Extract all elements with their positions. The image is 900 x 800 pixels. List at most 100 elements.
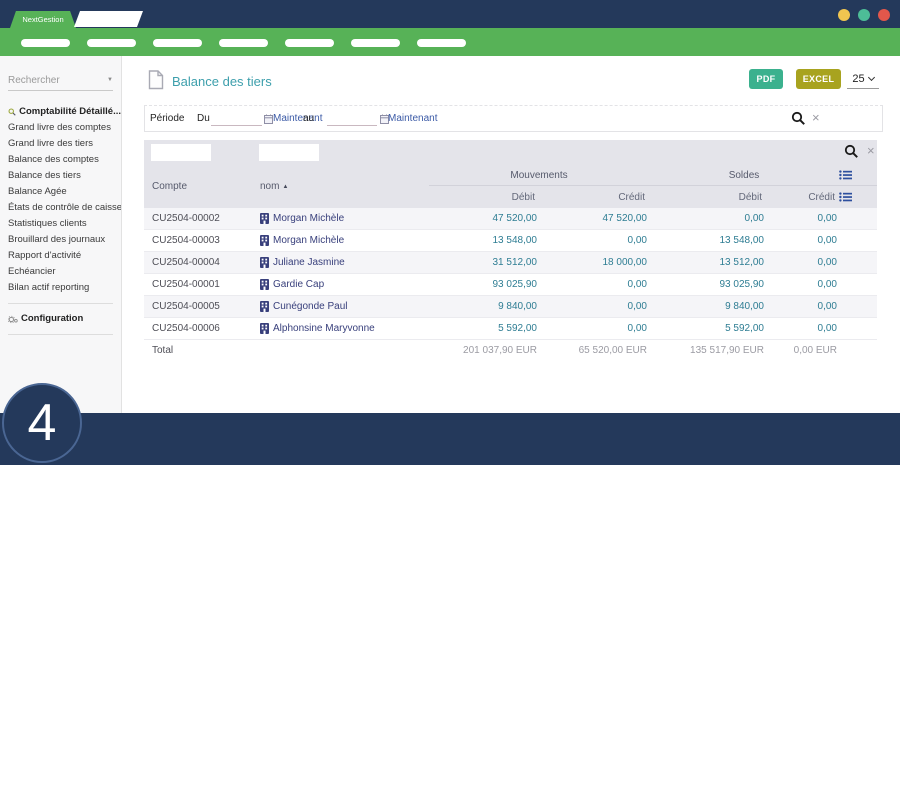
chevron-down-icon [868,73,875,80]
sidebar-item[interactable]: Balance des comptes [0,152,121,168]
sidebar-search-select[interactable]: Rechercher ▼ [8,70,113,91]
green-dot-icon[interactable] [858,9,870,21]
sidebar-item[interactable]: Echéancier [0,264,121,280]
table-row[interactable]: CU2504-00001 Gardie Cap 93 025,90 0,00 9… [144,274,877,296]
cell-solde-debit: 13 512,00 [649,252,766,273]
page-size-select[interactable]: 25 [847,69,879,89]
cell-actions [839,274,877,295]
calendar-icon[interactable] [264,114,273,124]
subheader-mvt-debit[interactable]: Débit [429,192,539,203]
sidebar-menu: Comptabilité Détaillé... Grand livre des… [0,104,121,335]
date-from-input[interactable] [211,110,262,126]
nav-pill-placeholder[interactable] [87,39,136,47]
nom-filter-input[interactable] [259,144,319,161]
cell-compte: CU2504-00005 [144,296,254,317]
nav-pill-placeholder[interactable] [285,39,334,47]
nom-link[interactable]: Juliane Jasmine [273,252,345,273]
total-label: Total [144,340,254,362]
date-to-input[interactable] [327,110,377,126]
cell-nom[interactable]: Gardie Cap [254,274,429,295]
nom-header-label: nom [260,181,279,192]
sidebar-section-comptabilite[interactable]: Comptabilité Détaillé... [0,104,121,120]
nom-link[interactable]: Alphonsine Maryvonne [273,318,375,339]
building-icon [260,213,269,224]
cell-actions [839,318,877,339]
search-icon[interactable] [844,144,859,159]
cell-actions [839,296,877,317]
nav-pill-placeholder[interactable] [21,39,70,47]
total-spacer [254,340,429,362]
main-nav-bar [0,28,900,56]
column-header-compte[interactable]: Compte [152,165,187,208]
sidebar-item-configuration[interactable]: Configuration [0,311,121,327]
sidebar-item[interactable]: Statistiques clients [0,216,121,232]
cell-nom[interactable]: Alphonsine Maryvonne [254,318,429,339]
list-icon[interactable] [839,170,852,180]
nom-link[interactable]: Cunégonde Paul [273,296,348,317]
sidebar-item[interactable]: Grand livre des comptes [0,120,121,136]
table-row[interactable]: CU2504-00002 Morgan Michèle 47 520,00 47… [144,208,877,230]
sidebar-item[interactable]: Balance Agée [0,184,121,200]
table-row[interactable]: CU2504-00005 Cunégonde Paul 9 840,00 0,0… [144,296,877,318]
brand-logo[interactable]: NextGestion [10,11,76,28]
column-header-nom[interactable]: nom ▲ [260,165,288,208]
total-icon-spacer [839,340,877,362]
building-icon [260,279,269,290]
nav-pill-placeholder[interactable] [153,39,202,47]
cell-mvt-debit: 5 592,00 [429,318,539,339]
list-icon[interactable] [839,192,852,202]
sidebar-item[interactable]: Brouillard des journaux [0,232,121,248]
sidebar-item[interactable]: Grand livre des tiers [0,136,121,152]
yellow-dot-icon[interactable] [838,9,850,21]
cell-solde-credit: 0,00 [766,274,839,295]
total-mvt-credit: 65 520,00 EUR [539,340,649,362]
cell-nom[interactable]: Cunégonde Paul [254,296,429,317]
excel-export-button[interactable]: EXCEL [796,69,841,89]
cell-compte: CU2504-00001 [144,274,254,295]
chevron-down-icon: ▼ [107,77,113,83]
nav-pill-placeholder[interactable] [219,39,268,47]
clear-filter-icon[interactable]: × [812,110,820,125]
cell-nom[interactable]: Morgan Michèle [254,230,429,251]
cell-mvt-debit: 47 520,00 [429,208,539,229]
subheader-solde-credit[interactable]: Crédit [766,192,839,203]
step-number-badge: 4 [2,383,82,463]
nom-link[interactable]: Gardie Cap [273,274,324,295]
divider [8,334,113,335]
balance-table: × Compte nom ▲ Mouvements Soldes [144,140,877,362]
table-row[interactable]: CU2504-00006 Alphonsine Maryvonne 5 592,… [144,318,877,340]
pdf-export-button[interactable]: PDF [749,69,783,89]
from-now-link[interactable]: Maintenant [273,113,322,124]
total-solde-credit: 0,00 EUR [766,340,839,362]
clear-filter-icon[interactable]: × [867,143,875,158]
search-icon[interactable] [791,111,806,126]
cell-solde-credit: 0,00 [766,230,839,251]
subheader-mvt-credit[interactable]: Crédit [539,192,649,203]
subheader-solde-debit[interactable]: Débit [649,192,766,203]
table-header: × Compte nom ▲ Mouvements Soldes [144,140,877,208]
compte-filter-input[interactable] [151,144,211,161]
amount-headers: Mouvements Soldes [429,165,877,208]
column-header-rows: Compte nom ▲ Mouvements Soldes [144,165,877,208]
to-now-link[interactable]: Maintenant [388,113,437,124]
cell-nom[interactable]: Juliane Jasmine [254,252,429,273]
cell-actions [839,230,877,251]
red-dot-icon[interactable] [878,9,890,21]
cell-nom[interactable]: Morgan Michèle [254,208,429,229]
nav-pill-placeholder[interactable] [417,39,466,47]
sidebar-item[interactable]: Rapport d'activité [0,248,121,264]
nom-link[interactable]: Morgan Michèle [273,230,344,251]
sidebar-item[interactable]: États de contrôle de caisse [0,200,121,216]
table-row[interactable]: CU2504-00003 Morgan Michèle 13 548,00 0,… [144,230,877,252]
table-row[interactable]: CU2504-00004 Juliane Jasmine 31 512,00 1… [144,252,877,274]
nav-pill-placeholder[interactable] [351,39,400,47]
nav-pills [21,39,466,47]
sidebar-item[interactable]: Bilan actif reporting [0,280,121,296]
page-title: Balance des tiers [172,74,272,89]
nom-link[interactable]: Morgan Michèle [273,208,344,229]
title-row: Balance des tiers PDF EXCEL 25 [122,56,900,100]
content-area: Rechercher ▼ Comptabilité Détaillé... Gr… [0,56,900,413]
sidebar-item[interactable]: Balance des tiers [0,168,121,184]
cell-solde-credit: 0,00 [766,296,839,317]
cell-compte: CU2504-00004 [144,252,254,273]
